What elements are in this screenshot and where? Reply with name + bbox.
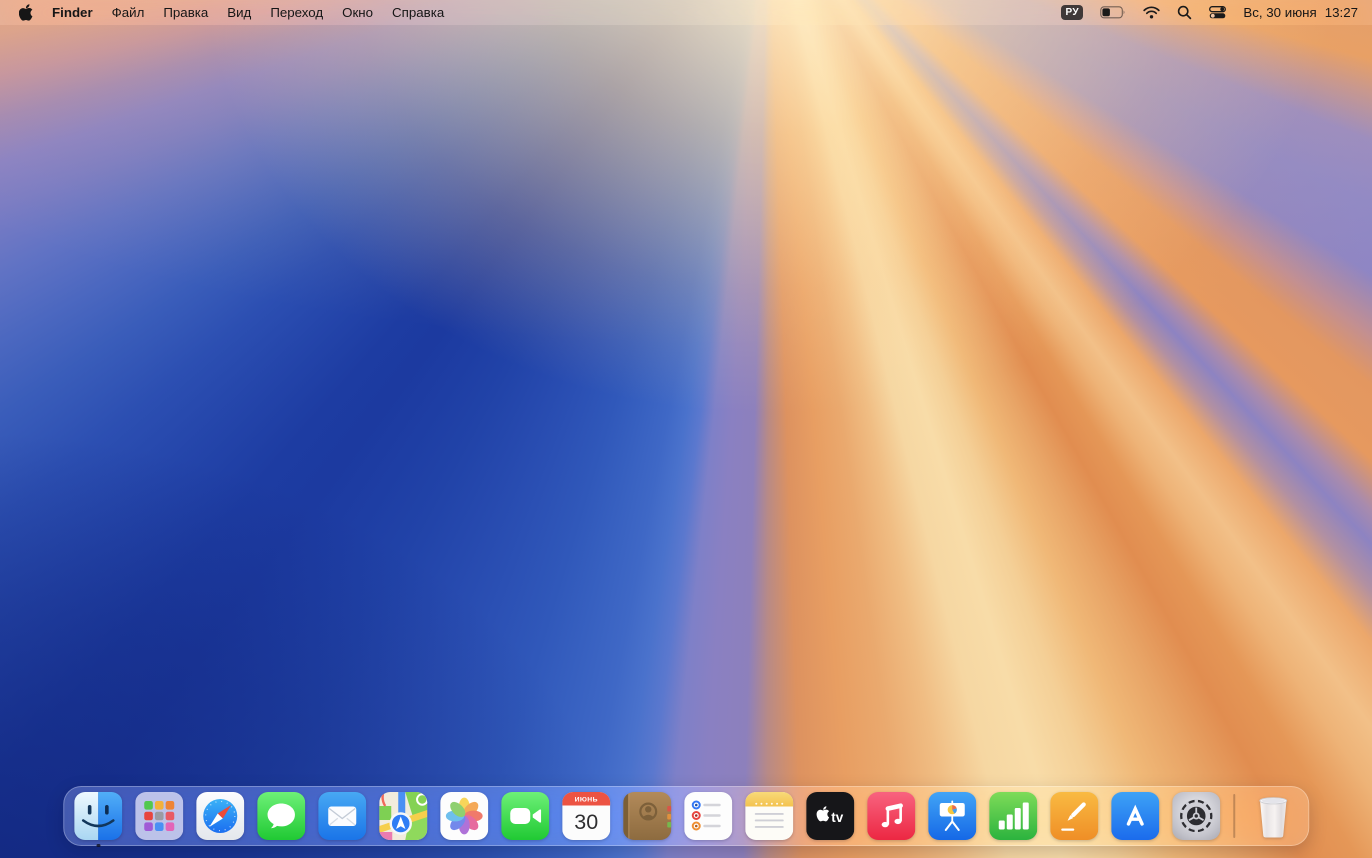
maps-icon [379, 792, 427, 840]
notes-icon [745, 792, 793, 840]
apple-tv-icon: tv [806, 792, 854, 840]
dock-app-system-settings[interactable] [1172, 792, 1220, 840]
dock-app-launchpad[interactable] [135, 792, 183, 840]
dock-trash[interactable] [1248, 791, 1298, 841]
menu-bar-clock[interactable]: Вс, 30 июня 13:27 [1243, 5, 1358, 20]
system-settings-icon [1172, 792, 1220, 840]
reminders-icon [684, 792, 732, 840]
menu-view[interactable]: Вид [227, 5, 251, 20]
active-app-menu[interactable]: Finder [52, 5, 93, 20]
menu-bar: Finder Файл Правка Вид Переход Окно Спра… [0, 0, 1372, 25]
calendar-icon: ИЮНЬ 30 [562, 792, 610, 840]
input-source-badge[interactable]: РУ [1061, 5, 1083, 20]
trash-icon [1248, 791, 1298, 841]
dock-app-notes[interactable] [745, 792, 793, 840]
wifi-icon[interactable] [1143, 6, 1160, 19]
dock-app-app-store[interactable] [1111, 792, 1159, 840]
calendar-month-label: ИЮНЬ [575, 797, 598, 804]
finder-running-indicator [97, 844, 101, 848]
menu-go[interactable]: Переход [270, 5, 323, 20]
apple-tv-label: tv [831, 810, 843, 825]
dock-app-facetime[interactable] [501, 792, 549, 840]
launchpad-icon [135, 792, 183, 840]
finder-icon [74, 792, 122, 840]
apple-menu-icon[interactable] [19, 4, 33, 21]
dock-app-messages[interactable] [257, 792, 305, 840]
dock-app-contacts[interactable] [623, 792, 671, 840]
dock: ИЮНЬ 30 [63, 786, 1309, 846]
dock-app-music[interactable] [867, 792, 915, 840]
desktop: Finder Файл Правка Вид Переход Окно Спра… [0, 0, 1372, 858]
battery-icon[interactable] [1100, 6, 1126, 19]
safari-icon [196, 792, 244, 840]
dock-divider [1233, 794, 1235, 838]
facetime-icon [501, 792, 549, 840]
spotlight-search-icon[interactable] [1177, 5, 1192, 20]
dock-app-apple-tv[interactable]: tv [806, 792, 854, 840]
menu-file[interactable]: Файл [112, 5, 145, 20]
menu-help[interactable]: Справка [392, 5, 444, 20]
dock-app-finder[interactable] [74, 792, 122, 840]
dock-app-keynote[interactable] [928, 792, 976, 840]
dock-app-pages[interactable] [1050, 792, 1098, 840]
pages-icon [1050, 792, 1098, 840]
desktop-wallpaper [0, 0, 1372, 858]
dock-app-reminders[interactable] [684, 792, 732, 840]
dock-app-mail[interactable] [318, 792, 366, 840]
dock-app-maps[interactable] [379, 792, 427, 840]
numbers-icon [989, 792, 1037, 840]
time-label: 13:27 [1325, 5, 1358, 20]
music-icon [867, 792, 915, 840]
messages-icon [257, 792, 305, 840]
dock-app-safari[interactable] [196, 792, 244, 840]
contacts-icon [623, 792, 671, 840]
menu-edit[interactable]: Правка [163, 5, 208, 20]
keynote-icon [928, 792, 976, 840]
dock-app-calendar[interactable]: ИЮНЬ 30 [562, 792, 610, 840]
date-label: Вс, 30 июня [1243, 5, 1316, 20]
control-center-icon[interactable] [1209, 6, 1226, 19]
app-store-icon [1111, 792, 1159, 840]
menu-bar-status: РУ [1061, 5, 1372, 20]
dock-app-photos[interactable] [440, 792, 488, 840]
calendar-day-label: 30 [574, 810, 598, 834]
mail-icon [318, 792, 366, 840]
menu-window[interactable]: Окно [342, 5, 373, 20]
dock-app-numbers[interactable] [989, 792, 1037, 840]
menu-bar-left: Finder Файл Правка Вид Переход Окно Спра… [0, 4, 444, 21]
photos-icon [440, 792, 488, 840]
